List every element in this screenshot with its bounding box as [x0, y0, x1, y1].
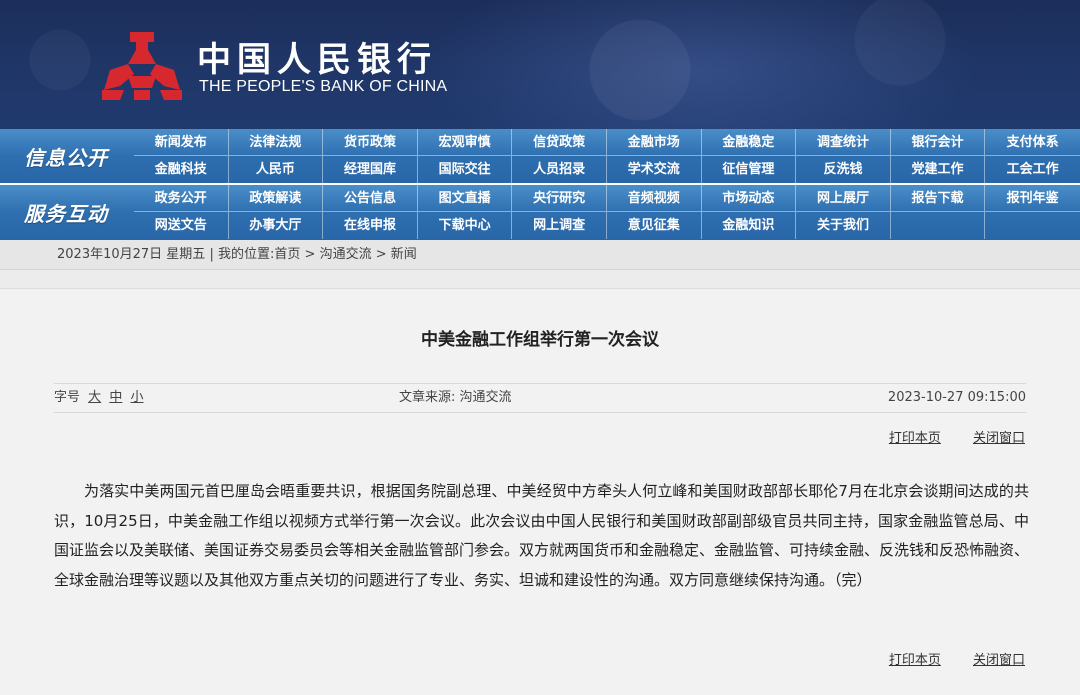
nav-item-treasury[interactable]: 经理国库: [323, 156, 418, 183]
nav-item-opinion-collection[interactable]: 意见征集: [607, 212, 702, 239]
close-window-link[interactable]: 关闭窗口: [973, 653, 1025, 668]
breadcrumb-level2[interactable]: 新闻: [391, 247, 417, 262]
nav-item-news-release[interactable]: 新闻发布: [134, 129, 229, 156]
nav-item-report-download[interactable]: 报告下载: [890, 185, 986, 212]
article-actions-bottom: 打印本页 关闭窗口: [861, 649, 1025, 668]
font-size-medium-button[interactable]: 中: [109, 390, 122, 405]
nav-section-info-title: 信息公开: [24, 145, 108, 170]
nav-item-macroprudential[interactable]: 宏观审慎: [417, 129, 513, 156]
nav-row-3: 政务公开 政策解读 公告信息 图文直播 央行研究 音频视频 市场动态 网上展厅 …: [134, 185, 1080, 212]
nav-item-fintech[interactable]: 金融科技: [134, 156, 229, 183]
location-label: 我的位置:: [217, 247, 275, 262]
nav-item-bank-accounting[interactable]: 银行会计: [890, 129, 986, 156]
breadcrumb-separator: >: [375, 247, 387, 262]
article-actions-top: 打印本页 关闭窗口: [861, 427, 1025, 446]
print-page-link[interactable]: 打印本页: [889, 431, 941, 446]
source-value: 沟通交流: [459, 390, 512, 405]
nav-item-international[interactable]: 国际交往: [418, 156, 513, 183]
nav-row-4: 网送文告 办事大厅 在线申报 下载中心 网上调查 意见征集 金融知识 关于我们: [134, 212, 1080, 239]
close-window-link[interactable]: 关闭窗口: [973, 431, 1025, 446]
current-date: 2023年10月27日 星期五: [57, 247, 206, 262]
source-label: 文章来源:: [399, 390, 456, 405]
nav-item-yearbooks[interactable]: 报刊年鉴: [985, 185, 1080, 212]
header-banner: 中国人民银行 THE PEOPLE'S BANK OF CHINA: [0, 0, 1080, 129]
nav-item-online-filing[interactable]: 在线申报: [323, 212, 418, 239]
nav-item-laws[interactable]: 法律法规: [228, 129, 324, 156]
nav-item-monetary-policy[interactable]: 货币政策: [323, 129, 418, 156]
nav-item-credit-policy[interactable]: 信贷政策: [512, 129, 607, 156]
font-size-label: 字号: [54, 390, 81, 405]
nav-item-statistics[interactable]: 调查统计: [796, 129, 891, 156]
nav-item-online-survey[interactable]: 网上调查: [512, 212, 607, 239]
nav-item-government-affairs[interactable]: 政务公开: [134, 185, 229, 212]
print-page-link[interactable]: 打印本页: [889, 653, 941, 668]
bank-name-en: THE PEOPLE'S BANK OF CHINA: [199, 78, 448, 95]
nav-item-service-hall[interactable]: 办事大厅: [229, 212, 324, 239]
nav-row-2: 金融科技 人民币 经理国库 国际交往 人员招录 学术交流 征信管理 反洗钱 党建…: [134, 156, 1080, 183]
nav-row-1: 新闻发布 法律法规 货币政策 宏观审慎 信贷政策 金融市场 金融稳定 调查统计 …: [134, 129, 1080, 156]
nav-item-financial-knowledge[interactable]: 金融知识: [702, 212, 797, 239]
nav-item-policy-interpretation[interactable]: 政策解读: [228, 185, 324, 212]
nav-section-service-title: 服务互动: [24, 201, 108, 226]
nav-block-service: 服务互动 政务公开 政策解读 公告信息 图文直播 央行研究 音频视频 市场动态 …: [0, 185, 1080, 240]
nav-item-online-exhibition[interactable]: 网上展厅: [796, 185, 891, 212]
font-size-small-button[interactable]: 小: [130, 390, 143, 405]
nav-item-anti-money-laundering[interactable]: 反洗钱: [796, 156, 891, 183]
article-source: 文章来源: 沟通交流: [399, 384, 512, 412]
nav-block-info: 信息公开 新闻发布 法律法规 货币政策 宏观审慎 信贷政策 金融市场 金融稳定 …: [0, 129, 1080, 183]
main-nav: 信息公开 新闻发布 法律法规 货币政策 宏观审慎 信贷政策 金融市场 金融稳定 …: [0, 129, 1080, 240]
breadcrumb-level1[interactable]: 沟通交流: [320, 247, 372, 262]
nav-item-credit-reference[interactable]: 征信管理: [702, 156, 797, 183]
pboc-logo-icon[interactable]: [100, 30, 184, 102]
nav-item-financial-stability[interactable]: 金融稳定: [701, 129, 797, 156]
nav-item-recruitment[interactable]: 人员招录: [512, 156, 607, 183]
article-meta-bar: 字号 大 中 小 文章来源: 沟通交流 2023-10-27 09:15:00: [54, 383, 1026, 413]
breadcrumb-separator: >: [304, 247, 316, 262]
article-panel: 中美金融工作组举行第一次会议 字号 大 中 小 文章来源: 沟通交流 2023-…: [0, 288, 1080, 695]
breadcrumb: 2023年10月27日 星期五 | 我的位置:首页 > 沟通交流 > 新闻: [0, 240, 1080, 270]
nav-item-research[interactable]: 央行研究: [512, 185, 607, 212]
font-size-large-button[interactable]: 大: [88, 390, 101, 405]
nav-item-download-center[interactable]: 下载中心: [418, 212, 513, 239]
article-datetime: 2023-10-27 09:15:00: [887, 390, 1026, 405]
article-title: 中美金融工作组举行第一次会议: [421, 330, 659, 350]
nav-item-academic[interactable]: 学术交流: [607, 156, 702, 183]
bank-name-cn: 中国人民银行: [197, 40, 437, 80]
nav-item-financial-market[interactable]: 金融市场: [606, 129, 702, 156]
font-size-controls: 字号 大 中 小: [54, 384, 143, 412]
nav-item-about-us[interactable]: 关于我们: [796, 212, 891, 239]
nav-item-online-documents[interactable]: 网送文告: [134, 212, 229, 239]
nav-item-audio-video[interactable]: 音频视频: [606, 185, 702, 212]
nav-item-rmb[interactable]: 人民币: [229, 156, 324, 183]
nav-item-live-broadcast[interactable]: 图文直播: [417, 185, 513, 212]
nav-item-empty: [985, 212, 1080, 239]
nav-item-announcements[interactable]: 公告信息: [323, 185, 418, 212]
breadcrumb-divider: |: [209, 247, 218, 262]
breadcrumb-home[interactable]: 首页: [274, 247, 300, 262]
nav-item-party-building[interactable]: 党建工作: [891, 156, 986, 183]
nav-item-market-news[interactable]: 市场动态: [701, 185, 797, 212]
nav-item-empty: [891, 212, 986, 239]
article-body: 为落实中美两国元首巴厘岛会晤重要共识，根据国务院副总理、中美经贸中方牵头人何立峰…: [54, 482, 1030, 589]
nav-item-payment-system[interactable]: 支付体系: [985, 129, 1080, 156]
nav-item-union[interactable]: 工会工作: [985, 156, 1080, 183]
